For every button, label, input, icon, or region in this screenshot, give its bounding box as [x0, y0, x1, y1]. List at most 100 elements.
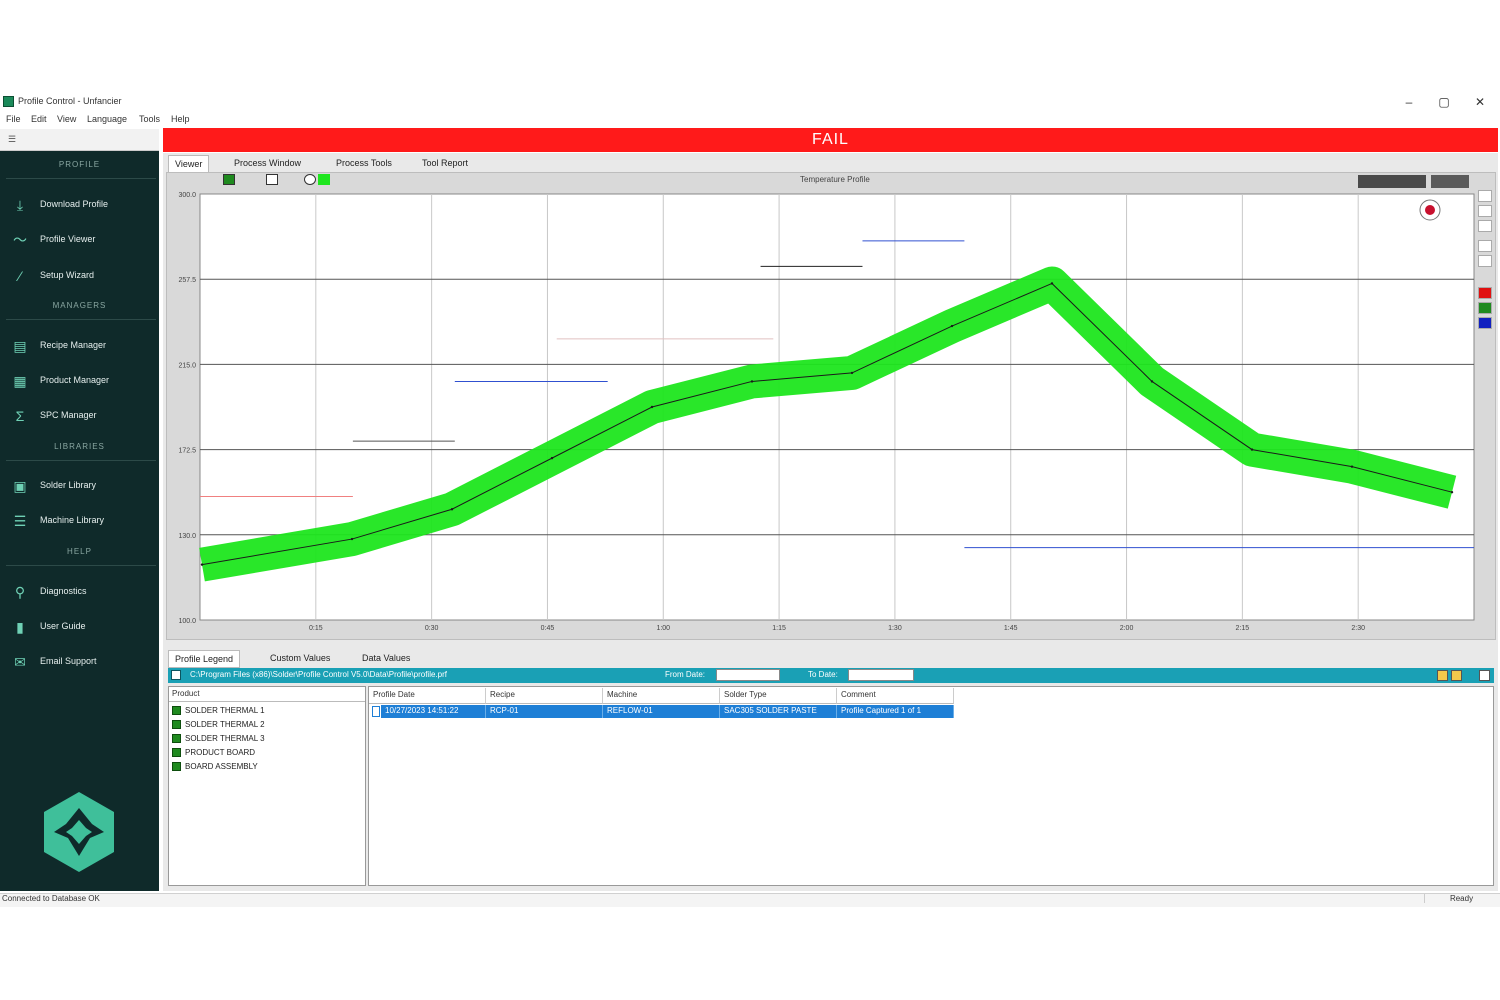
- profile-icon: 〜: [13, 232, 27, 248]
- tab-label: Data Values: [362, 653, 411, 663]
- column-header-solder-type[interactable]: Solder Type: [720, 688, 837, 704]
- tab-label: Viewer: [175, 159, 203, 169]
- tab-viewer[interactable]: Viewer: [168, 155, 210, 172]
- app-logo-icon: [3, 96, 14, 107]
- list-item[interactable]: BOARD ASSEMBLY: [172, 762, 258, 775]
- save-icon[interactable]: [1451, 670, 1462, 681]
- x-tick-label: 1:00: [656, 625, 670, 632]
- list-item-label: SOLDER THERMAL 1: [185, 706, 265, 715]
- menu-file[interactable]: File: [6, 114, 21, 124]
- sidebar-section-help: HELP: [67, 547, 92, 556]
- to-date-label: To Date:: [808, 670, 838, 679]
- menu-toggle-icon[interactable]: ☰: [8, 134, 16, 145]
- list-item[interactable]: PRODUCT BOARD: [172, 748, 255, 761]
- data-point: [650, 405, 654, 409]
- menu-tools[interactable]: Tools: [139, 114, 160, 124]
- column-header-machine[interactable]: Machine: [603, 688, 720, 704]
- record-icon: [1425, 205, 1435, 215]
- column-header-profile-date[interactable]: Profile Date: [369, 688, 486, 704]
- sidebar-item-spc-manager[interactable]: Σ SPC Manager: [0, 401, 159, 431]
- color-swatch: [172, 706, 181, 716]
- data-point: [1450, 491, 1454, 494]
- y-tick-label: 215.0: [178, 362, 196, 369]
- export-icon[interactable]: [1479, 670, 1490, 681]
- sidebar-item-solder-library[interactable]: ▣ Solder Library: [0, 471, 159, 501]
- sidebar-item-setup-wizard[interactable]: ⁄ Setup Wizard: [0, 261, 159, 291]
- toolbar-zoom-in-button[interactable]: [1478, 205, 1492, 217]
- close-button[interactable]: ✕: [1469, 94, 1491, 110]
- status-ready: Ready: [1424, 894, 1498, 903]
- data-point: [1250, 448, 1254, 451]
- folder-icon[interactable]: [171, 670, 181, 680]
- list-item[interactable]: SOLDER THERMAL 2: [172, 720, 265, 733]
- toolbar-print-button[interactable]: [1478, 255, 1492, 267]
- table-cell[interactable]: RCP-01: [486, 705, 603, 718]
- toolbar-pan-button[interactable]: [1478, 190, 1492, 202]
- wand-icon: ⁄: [18, 268, 22, 284]
- color-swatch: [172, 762, 181, 772]
- table-cell[interactable]: Profile Captured 1 of 1: [837, 705, 954, 718]
- sidebar-item-user-guide[interactable]: ▮ User Guide: [0, 612, 159, 642]
- sidebar-item-label: Email Support: [40, 656, 97, 666]
- y-tick-label: 130.0: [178, 533, 196, 540]
- column-header-recipe[interactable]: Recipe: [486, 688, 603, 704]
- sidebar-item-download-profile[interactable]: ⤓ Download Profile: [0, 190, 159, 220]
- from-date-input[interactable]: [716, 669, 780, 681]
- menu-bar: [0, 112, 1500, 128]
- menu-view[interactable]: View: [57, 114, 76, 124]
- tab-profile-legend[interactable]: Profile Legend: [168, 650, 241, 668]
- tab-custom-values[interactable]: Custom Values: [264, 650, 336, 666]
- sidebar-item-recipe-manager[interactable]: ▤ Recipe Manager: [0, 331, 159, 361]
- color-swatch: [172, 720, 181, 730]
- legend-green-button[interactable]: [1478, 302, 1492, 314]
- row-selector-icon[interactable]: [372, 706, 380, 717]
- menu-language[interactable]: Language: [87, 114, 127, 124]
- table-cell[interactable]: REFLOW-01: [603, 705, 720, 718]
- list-item[interactable]: SOLDER THERMAL 3: [172, 734, 265, 747]
- sidebar-divider: [6, 565, 156, 566]
- data-point: [1150, 380, 1154, 383]
- x-tick-label: 0:15: [309, 625, 323, 632]
- maximize-button[interactable]: ▢: [1433, 94, 1455, 110]
- tab-label: Process Window: [234, 158, 302, 168]
- menu-edit[interactable]: Edit: [31, 114, 47, 124]
- sidebar-divider: [6, 319, 156, 320]
- tab-tool-report[interactable]: Tool Report: [416, 155, 474, 171]
- product-icon: ▦: [13, 373, 27, 389]
- status-banner: FAIL: [163, 128, 1498, 152]
- table-cell[interactable]: 10/27/2023 14:51:22: [381, 705, 486, 718]
- table-cell[interactable]: SAC305 SOLDER PASTE: [720, 705, 837, 718]
- menu-help[interactable]: Help: [171, 114, 190, 124]
- tab-process-tools[interactable]: Process Tools: [330, 155, 398, 171]
- sidebar-item-machine-library[interactable]: ☰ Machine Library: [0, 506, 159, 536]
- data-point: [550, 456, 554, 460]
- download-icon: ⤓: [16, 197, 24, 213]
- column-header-comment[interactable]: Comment: [837, 688, 954, 704]
- recipe-icon: ▤: [13, 338, 27, 354]
- sidebar-item-diagnostics[interactable]: ⚲ Diagnostics: [0, 577, 159, 607]
- sidebar-section-libraries: LIBRARIES: [54, 442, 105, 451]
- toolbar-fit-button[interactable]: [1478, 240, 1492, 252]
- sidebar-item-product-manager[interactable]: ▦ Product Manager: [0, 366, 159, 396]
- list-item-label: BOARD ASSEMBLY: [185, 762, 258, 771]
- sidebar-item-label: Download Profile: [40, 199, 109, 209]
- tab-process-window[interactable]: Process Window: [228, 155, 307, 171]
- y-tick-label: 300.0: [178, 192, 196, 199]
- sidebar-item-profile-viewer[interactable]: 〜 Profile Viewer: [0, 225, 159, 255]
- product-list-header: Product: [169, 687, 365, 702]
- to-date-input[interactable]: [848, 669, 914, 681]
- sidebar-item-label: User Guide: [40, 621, 86, 631]
- x-axis-ticks: 0:15 0:30 0:45 1:00 1:15 1:30 1:45 2:00 2:15 2:30: [309, 625, 1365, 632]
- legend-red-button[interactable]: [1478, 287, 1492, 299]
- open-folder-icon[interactable]: [1437, 670, 1448, 681]
- y-tick-label: 100.0: [178, 618, 196, 625]
- minimize-button[interactable]: –: [1398, 94, 1420, 110]
- tab-data-values[interactable]: Data Values: [356, 650, 416, 666]
- sidebar-item-email-support[interactable]: ✉ Email Support: [0, 647, 159, 677]
- legend-blue-button[interactable]: [1478, 317, 1492, 329]
- x-tick-label: 1:45: [1004, 625, 1018, 632]
- list-item[interactable]: SOLDER THERMAL 1: [172, 706, 265, 719]
- profile-chart: 300.0257.5215.0172.5130.0100.0 0:15 0:30 0…: [178, 192, 1475, 632]
- toolbar-zoom-out-button[interactable]: [1478, 220, 1492, 232]
- sidebar-divider: [6, 460, 156, 461]
